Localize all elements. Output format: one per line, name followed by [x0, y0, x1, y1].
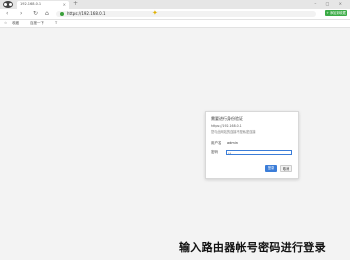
browser-tab[interactable]: 192.168.0.1 ×	[17, 1, 69, 9]
browser-logo-icon	[3, 1, 13, 8]
caption-text: 输入路由器帐号密码进行登录	[179, 241, 326, 254]
browser-toolbar: ‹ › ↻ ⌂ https://192.168.0.1 ✦ + 添加到收藏	[0, 9, 350, 20]
home-icon[interactable]: ⌂	[45, 10, 49, 18]
dialog-note: 您与此网站的连接不是私密连接	[211, 130, 256, 134]
window-controls[interactable]: – □ ×	[314, 1, 346, 6]
login-button[interactable]: 登录	[265, 165, 277, 172]
bookmark-item[interactable]: 百度一下	[30, 21, 44, 26]
bookmark-star-icon[interactable]: ☆	[4, 21, 7, 26]
bookmark-item[interactable]: 收藏	[12, 21, 19, 26]
dialog-title: 需要进行身份验证	[211, 116, 243, 121]
bookmark-item[interactable]: T	[55, 21, 57, 26]
extension-button[interactable]: + 添加到收藏	[325, 10, 347, 16]
mouse-cursor-icon: ✦	[152, 9, 158, 17]
bookmarks-bar: ☆ 收藏 百度一下 T	[0, 20, 350, 28]
tab-close-icon[interactable]: ×	[63, 2, 66, 7]
username-label: 用户名	[211, 141, 222, 145]
tab-title: 192.168.0.1	[20, 2, 42, 6]
reload-icon[interactable]: ↻	[33, 10, 38, 18]
password-label: 密码	[211, 150, 218, 154]
browser-title-bar: 192.168.0.1 × + – □ ×	[0, 0, 350, 9]
new-tab-icon[interactable]: +	[73, 1, 78, 7]
secure-connection-icon	[60, 12, 64, 16]
cancel-button[interactable]: 取消	[280, 165, 292, 172]
password-field[interactable]: ••	[226, 150, 292, 155]
username-field[interactable]: admin	[227, 141, 238, 145]
back-icon[interactable]: ‹	[6, 10, 8, 18]
forward-icon[interactable]: ›	[20, 10, 22, 18]
dialog-url: https://192.168.0.1	[211, 124, 242, 128]
address-bar[interactable]: https://192.168.0.1 ✦	[56, 9, 316, 17]
address-url[interactable]: https://192.168.0.1	[67, 11, 106, 17]
auth-dialog: 需要进行身份验证 https://192.168.0.1 您与此网站的连接不是私…	[205, 111, 299, 179]
